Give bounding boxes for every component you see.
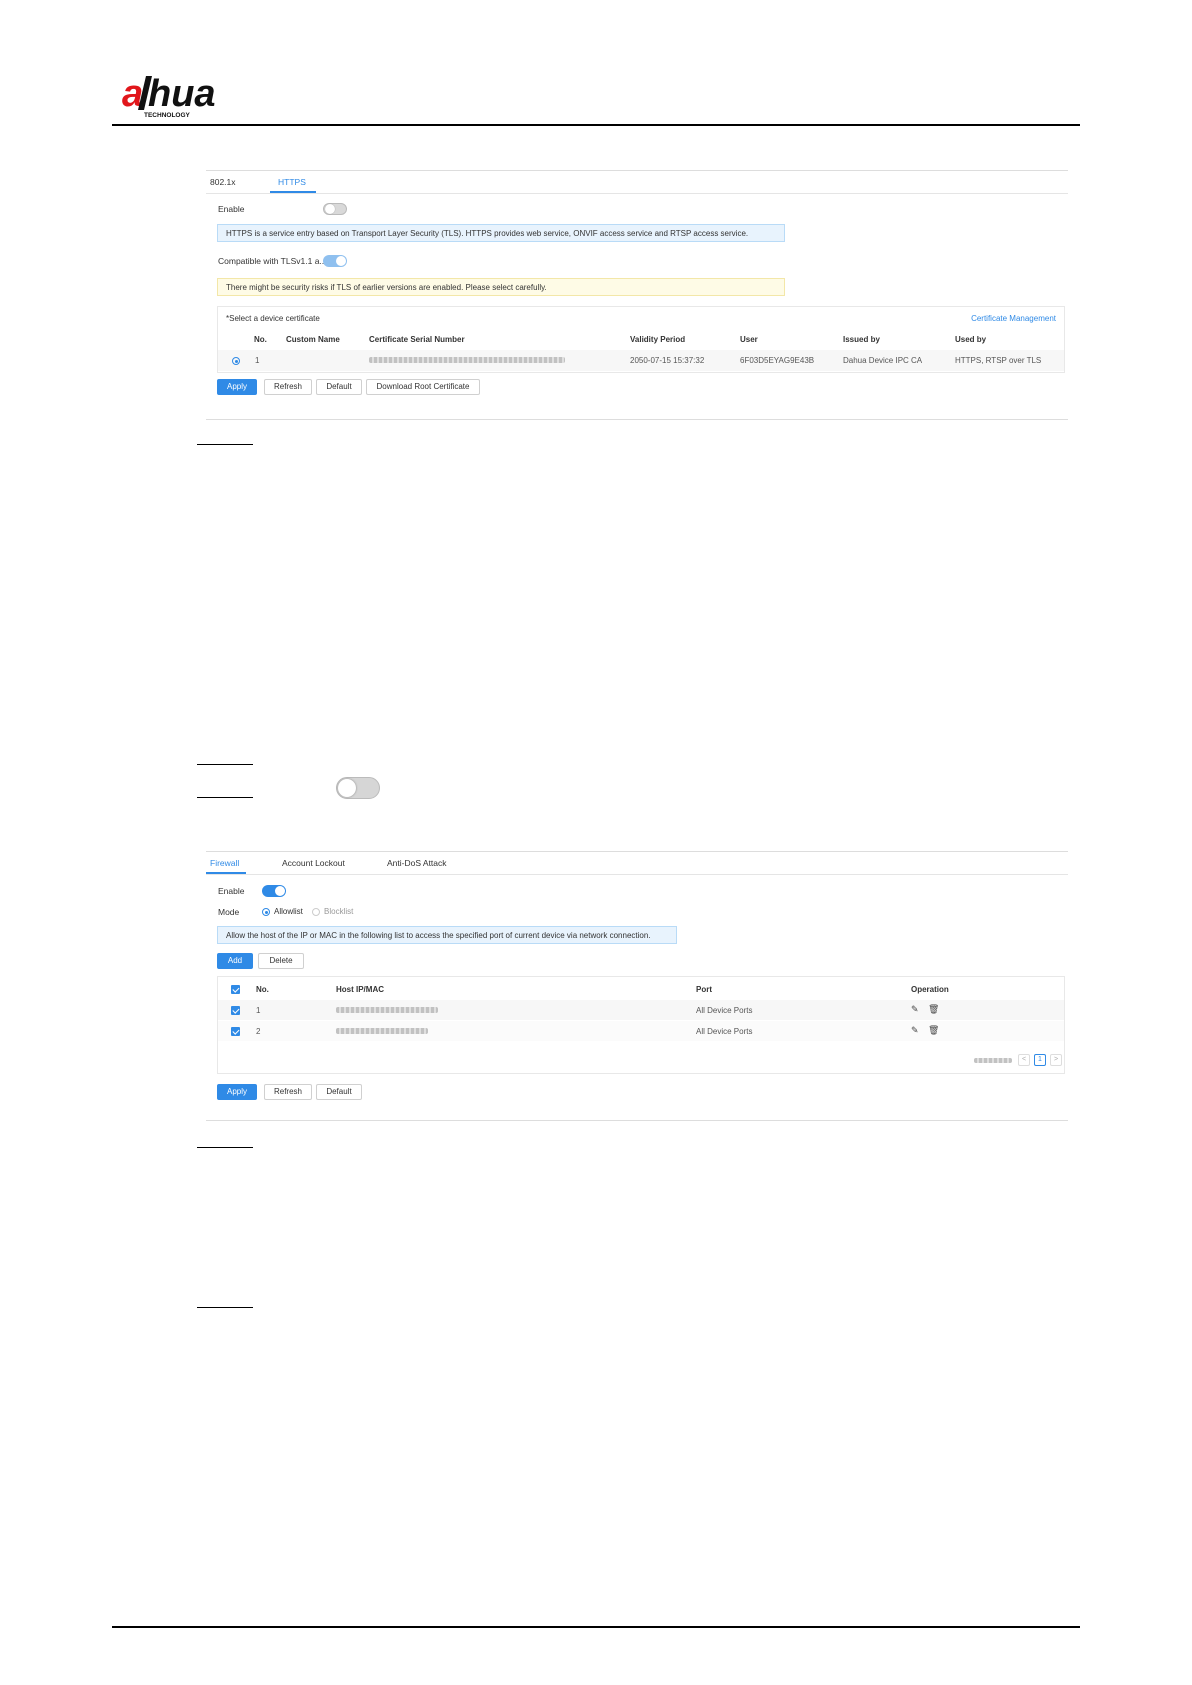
cell-no: 2 — [256, 1027, 261, 1036]
tab-account-lockout[interactable]: Account Lockout — [282, 858, 345, 868]
cell-validity: 2050-07-15 15:37:32 — [630, 356, 705, 365]
tab-firewall[interactable]: Firewall — [210, 858, 239, 868]
select-all-checkbox[interactable] — [231, 985, 240, 994]
active-tab-indicator — [206, 872, 246, 874]
redacted-serial-number — [369, 357, 565, 363]
cell-used-by: HTTPS, RTSP over TLS — [955, 356, 1042, 365]
https-info-notice: HTTPS is a service entry based on Transp… — [217, 224, 785, 242]
edit-icon[interactable]: ✎ — [911, 1004, 919, 1015]
redacted-total-count — [974, 1058, 1012, 1063]
prev-page-button[interactable]: < — [1018, 1054, 1030, 1066]
enable-label: Enable — [218, 886, 245, 896]
col-used-by: Used by — [955, 335, 987, 344]
page-1-button[interactable]: 1 — [1034, 1054, 1046, 1066]
mode-label: Mode — [218, 907, 240, 917]
tab-802-1x[interactable]: 802.1x — [210, 177, 236, 187]
add-button[interactable]: Add — [217, 953, 253, 969]
toggle-off-icon — [336, 777, 380, 799]
https-enable-toggle[interactable] — [323, 203, 347, 215]
tab-https[interactable]: HTTPS — [278, 177, 306, 187]
col-user: User — [740, 335, 758, 344]
cert-select-label: *Select a device certificate — [226, 314, 320, 323]
col-port: Port — [696, 985, 712, 994]
default-button[interactable]: Default — [316, 1084, 362, 1100]
cell-no: 1 — [255, 356, 260, 365]
firewall-table: No. Host IP/MAC Port Operation 1 All Dev… — [217, 976, 1065, 1074]
col-custom-name: Custom Name — [286, 335, 340, 344]
cell-port: All Device Ports — [696, 1006, 753, 1015]
step-marker — [197, 764, 253, 765]
edit-icon[interactable]: ✎ — [911, 1025, 919, 1036]
col-no: No. — [256, 985, 269, 994]
firewall-info-notice: Allow the host of the IP or MAC in the f… — [217, 926, 677, 944]
next-page-button[interactable]: > — [1050, 1054, 1062, 1066]
delete-button[interactable]: Delete — [258, 953, 304, 969]
tls-warning-notice: There might be security risks if TLS of … — [217, 278, 785, 296]
svg-text:TECHNOLOGY: TECHNOLOGY — [144, 112, 191, 119]
https-tab-bar: 802.1x HTTPS — [206, 171, 1068, 194]
col-serial-number: Certificate Serial Number — [369, 335, 465, 344]
cell-issued-by: Dahua Device IPC CA — [843, 356, 923, 365]
firewall-tab-bar: Firewall Account Lockout Anti-DoS Attack — [206, 852, 1068, 875]
active-tab-indicator — [270, 191, 316, 193]
col-validity: Validity Period — [630, 335, 686, 344]
step-marker — [197, 1307, 253, 1308]
blocklist-radio[interactable] — [312, 908, 320, 916]
compat-tls-label: Compatible with TLSv1.1 a... — [218, 256, 327, 266]
step-marker — [197, 1147, 253, 1148]
row-checkbox[interactable] — [231, 1006, 240, 1015]
refresh-button[interactable]: Refresh — [264, 1084, 312, 1100]
col-operation: Operation — [911, 985, 949, 994]
https-settings-screenshot: 802.1x HTTPS Enable HTTPS is a service e… — [206, 170, 1068, 420]
enable-label: Enable — [218, 204, 245, 214]
footer-rule — [112, 1626, 1080, 1628]
compat-tls-toggle[interactable] — [323, 255, 347, 267]
tab-anti-dos[interactable]: Anti-DoS Attack — [387, 858, 447, 868]
redacted-host — [336, 1028, 428, 1034]
apply-button[interactable]: Apply — [217, 1084, 257, 1100]
col-issued-by: Issued by — [843, 335, 880, 344]
apply-button[interactable]: Apply — [217, 379, 257, 395]
delete-icon[interactable]: 🗑 — [928, 1004, 939, 1015]
row-checkbox[interactable] — [231, 1027, 240, 1036]
col-host-ip-mac: Host IP/MAC — [336, 985, 384, 994]
header-rule — [112, 124, 1080, 126]
redacted-host — [336, 1007, 438, 1013]
step-marker — [197, 444, 253, 445]
firewall-enable-toggle[interactable] — [262, 885, 286, 897]
brand-logo: a hua TECHNOLOGY — [122, 73, 216, 119]
certificate-panel: *Select a device certificate Certificate… — [217, 306, 1065, 373]
allowlist-label: Allowlist — [274, 907, 303, 916]
firewall-settings-screenshot: Firewall Account Lockout Anti-DoS Attack… — [206, 851, 1068, 1121]
cell-no: 1 — [256, 1006, 261, 1015]
cell-user: 6F03D5EYAG9E43B — [740, 356, 815, 365]
certificate-management-link[interactable]: Certificate Management — [971, 314, 1056, 323]
cell-port: All Device Ports — [696, 1027, 753, 1036]
refresh-button[interactable]: Refresh — [264, 379, 312, 395]
cert-select-radio[interactable] — [232, 357, 240, 365]
default-button[interactable]: Default — [316, 379, 362, 395]
download-root-certificate-button[interactable]: Download Root Certificate — [366, 379, 480, 395]
step-marker — [197, 797, 253, 798]
delete-icon[interactable]: 🗑 — [928, 1025, 939, 1036]
allowlist-radio[interactable] — [262, 908, 270, 916]
col-no: No. — [254, 335, 267, 344]
blocklist-label: Blocklist — [324, 907, 354, 916]
svg-text:hua: hua — [148, 73, 216, 115]
